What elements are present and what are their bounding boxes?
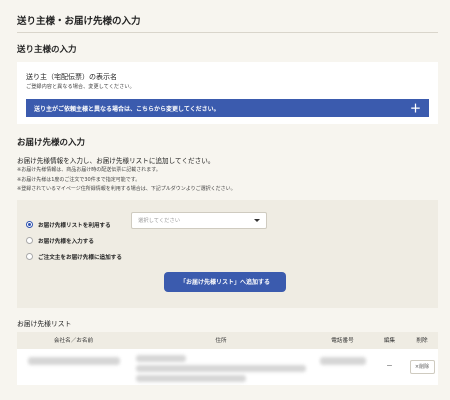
destination-note: ※お届け先様は1度のご注文で30件まで指定可能です。 bbox=[17, 176, 141, 183]
option-enter-destination[interactable]: お届け先様を入力する bbox=[26, 233, 438, 249]
destination-options-panel: お届け先様リストを利用する お届け先様を入力する ご注文主をお届け先様に追加する… bbox=[17, 199, 438, 308]
sender-card: 送り主（宅配伝票）の表示名 ご登録内容と異なる場合、変更してください。 送り主が… bbox=[17, 62, 438, 124]
redacted-address bbox=[136, 354, 186, 362]
header-delete: 削除 bbox=[416, 338, 428, 344]
edit-placeholder: ー bbox=[386, 362, 393, 370]
sender-display-name-label: 送り主（宅配伝票）の表示名 bbox=[26, 73, 117, 81]
table-header: 会社名／お名前 住所 電話番号 編集 削除 bbox=[17, 331, 438, 349]
destination-note: ※お届け先様情報は、商品お届け時の配送伝票に記載されます。 bbox=[17, 167, 161, 173]
header-phone: 電話番号 bbox=[331, 338, 354, 344]
redacted-address bbox=[136, 374, 246, 382]
destination-section-title: お届け先様の入力 bbox=[17, 138, 86, 148]
sender-section-title: 送り主様の入力 bbox=[17, 45, 77, 55]
select-placeholder: 選択してください bbox=[138, 218, 181, 224]
destination-list-table: 会社名／お名前 住所 電話番号 編集 削除 ー ×削除 bbox=[17, 331, 438, 385]
radio-button[interactable] bbox=[26, 253, 33, 260]
option-label: お届け先様リストを利用する bbox=[38, 222, 111, 229]
destination-notes: ※お届け先様情報は、商品お届け時の配送伝票に記載されます。 ※お届け先様は1度の… bbox=[17, 166, 438, 195]
destination-note: ※登録されているマイページ住所録情報を利用する場合は、下記プルダウンよりご選択く… bbox=[17, 186, 236, 192]
cell-edit: ー bbox=[373, 353, 406, 372]
option-label: ご注文主をお届け先様に追加する bbox=[38, 254, 122, 261]
redacted-address bbox=[136, 364, 306, 372]
cell-name bbox=[17, 353, 130, 365]
sender-note: ご登録内容と異なる場合、変更してください。 bbox=[26, 84, 135, 90]
redacted-phone bbox=[319, 356, 366, 365]
table-row: ー ×削除 bbox=[17, 348, 438, 385]
page: 送り主様・お届け先様の入力 送り主様の入力 送り主（宅配伝票）の表示名 ご登録内… bbox=[0, 0, 450, 400]
plus-icon: ＋ bbox=[410, 101, 421, 115]
destination-list-title: お届け先様リスト bbox=[17, 319, 72, 328]
chevron-down-icon bbox=[254, 218, 260, 222]
change-sender-label: 送り主がご依頼主様と異なる場合は、こちらから変更してください。 bbox=[34, 105, 220, 113]
cell-delete: ×削除 bbox=[406, 353, 438, 374]
destination-description: お届け先様情報を入力し、お届け先様リストに追加してください。 bbox=[17, 157, 215, 165]
radio-button[interactable] bbox=[26, 221, 33, 228]
add-to-list-button[interactable]: 「お届け先様リスト」へ追加する bbox=[164, 271, 286, 292]
header-edit: 編集 bbox=[383, 338, 396, 344]
cell-phone bbox=[312, 353, 373, 365]
option-label: お届け先様を入力する bbox=[38, 238, 94, 245]
header-address: 住所 bbox=[215, 338, 227, 344]
cell-address bbox=[130, 353, 312, 382]
page-title: 送り主様・お届け先様の入力 bbox=[17, 0, 438, 33]
change-sender-bar[interactable]: 送り主がご依頼主様と異なる場合は、こちらから変更してください。 ＋ bbox=[26, 99, 429, 117]
radio-button[interactable] bbox=[26, 237, 33, 244]
delete-button[interactable]: ×削除 bbox=[409, 359, 435, 374]
option-add-orderer[interactable]: ご注文主をお届け先様に追加する bbox=[26, 249, 438, 265]
header-name: 会社名／お名前 bbox=[53, 338, 94, 344]
address-book-select[interactable]: 選択してください bbox=[131, 211, 267, 229]
redacted-name bbox=[27, 356, 120, 365]
